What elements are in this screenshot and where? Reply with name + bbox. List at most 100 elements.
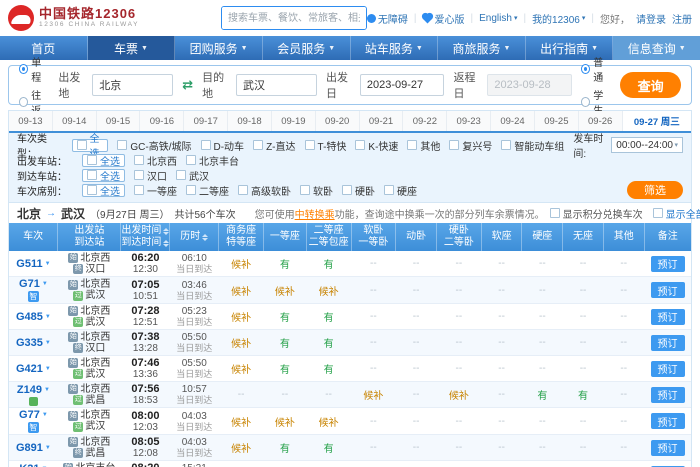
date-tab[interactable]: 09-15 [97,111,141,131]
depart-time-value: 00:00--24:00 [616,140,673,151]
select-all-chip[interactable]: 全选 [72,139,109,152]
query-button[interactable]: 查询 [620,72,681,98]
return-date-label: 返程日 [453,69,483,101]
filter-option-label: 硬座 [397,183,417,198]
nav-item[interactable]: 车票▼ [88,36,176,60]
nav-item[interactable]: 团购服务▼ [175,36,263,60]
bookable-only-toggle[interactable]: 显示全部可预订车次 [653,206,700,221]
seat-cell: -- [436,304,481,330]
chevron-down-icon[interactable]: ▼ [44,387,50,393]
date-tab[interactable]: 09-16 [140,111,184,131]
book-button[interactable]: 预订 [651,256,685,272]
date-tab[interactable]: 09-26 [579,111,623,131]
register-link[interactable]: 注册 [672,11,692,26]
date-tab[interactable]: 09-22 [403,111,447,131]
filter-option[interactable]: 汉口 [134,168,167,183]
chevron-down-icon[interactable]: ▼ [42,281,48,287]
care-version-link[interactable]: 爱心版 [423,11,465,26]
date-tab[interactable]: 09-13 [9,111,53,131]
depart-date-input[interactable]: 2023-09-27 [360,74,445,96]
date-tab-selected[interactable]: 09-27 周三 [623,111,692,131]
book-button[interactable]: 预订 [651,335,685,351]
filter-option[interactable]: 软卧 [300,183,333,198]
select-all-chip[interactable]: 全选 [82,184,125,197]
date-tab[interactable]: 09-25 [535,111,579,131]
date-tab[interactable]: 09-20 [316,111,360,131]
train-number[interactable]: G71 [19,278,40,290]
nav-item[interactable]: 会员服务▼ [263,36,351,60]
filter-option[interactable]: Z-直达 [253,138,295,153]
select-all-chip[interactable]: 全选 [82,169,125,182]
col-duration[interactable]: 历时 [170,223,219,251]
passenger-normal-radio[interactable]: 普通 [581,54,611,84]
filter-option[interactable]: 高级软卧 [238,183,291,198]
filter-option[interactable]: 北京丰台 [186,153,239,168]
nav-item[interactable]: 信息查询▼ [613,36,700,60]
date-tab[interactable]: 09-23 [447,111,491,131]
date-tab[interactable]: 09-19 [272,111,316,131]
filter-option[interactable]: 一等座 [134,183,177,198]
chevron-down-icon[interactable]: ▼ [45,261,51,267]
train-number[interactable]: G335 [16,337,43,349]
seat-cell: -- [396,408,437,435]
book-button[interactable]: 预订 [651,413,685,429]
book-button[interactable]: 预订 [651,387,685,403]
date-tab[interactable]: 09-24 [491,111,535,131]
trip-oneway-radio[interactable]: 单程 [19,54,49,84]
transfer-link[interactable]: 中转换乘 [295,210,335,221]
filter-option[interactable]: K-快速 [355,138,398,153]
from-station-input[interactable]: 北京 [92,74,173,96]
filter-option[interactable]: 智能动车组 [501,138,564,153]
date-tab[interactable]: 09-17 [184,111,228,131]
filter-option[interactable]: T-特快 [305,138,347,153]
nav-item[interactable]: 商旅服务▼ [438,36,526,60]
date-tab[interactable]: 09-14 [53,111,97,131]
col-times[interactable]: 出发时间到达时间 [121,223,170,251]
search-input[interactable] [222,7,366,29]
filter-option[interactable]: 二等座 [186,183,229,198]
train-number[interactable]: K21 [19,463,39,467]
chevron-down-icon[interactable]: ▼ [45,445,51,451]
train-number[interactable]: Z149 [17,384,42,396]
my-12306-menu[interactable]: 我的12306▾ [532,11,585,26]
train-number[interactable]: G421 [16,363,43,375]
date-tab[interactable]: 09-18 [228,111,272,131]
train-number[interactable]: G485 [16,311,43,323]
col-seat: 无座 [563,223,604,251]
chevron-down-icon[interactable]: ▼ [45,366,51,372]
book-button[interactable]: 预订 [651,361,685,377]
filter-button[interactable]: 筛选 [627,181,683,199]
filter-option[interactable]: 复兴号 [449,138,492,153]
swap-stations-icon[interactable]: ⇄ [182,77,193,93]
select-all-chip[interactable]: 全选 [82,154,125,167]
train-number[interactable]: G891 [16,442,43,454]
filter-option[interactable]: 北京西 [134,153,177,168]
filter-option[interactable]: 硬座 [384,183,417,198]
top-links: 无障碍 | 爱心版 | English▾ | 我的12306▾ | 您好， 请登… [367,11,692,26]
login-link[interactable]: 请登录 [636,11,666,26]
nav-item[interactable]: 站车服务▼ [351,36,439,60]
to-station-input[interactable]: 武汉 [236,74,317,96]
chevron-down-icon[interactable]: ▼ [45,340,51,346]
points-exchange-toggle[interactable]: 显示积分兑换车次 [550,206,643,221]
filter-option[interactable]: GC-高铁/城际 [117,138,191,153]
filter-option[interactable]: D-动车 [201,138,245,153]
logo[interactable]: 中国铁路12306 12306 CHINA RAILWAY [8,5,139,31]
language-select[interactable]: English▾ [479,13,517,24]
train-number[interactable]: G511 [16,258,42,270]
filter-option[interactable]: 硬卧 [342,183,375,198]
date-tab[interactable]: 09-21 [360,111,404,131]
filter-option[interactable]: 其他 [407,138,440,153]
book-button[interactable]: 预订 [651,309,685,325]
book-button[interactable]: 预订 [651,282,685,298]
chevron-down-icon[interactable]: ▼ [45,314,51,320]
station-name: 北京丰台 [75,463,115,467]
chevron-down-icon[interactable]: ▼ [42,412,48,418]
filter-row-label: 到达车站： [17,168,73,183]
filter-row: 到达车站： 全选汉口武汉 [17,168,683,182]
train-number[interactable]: G77 [19,409,40,421]
book-button[interactable]: 预订 [651,440,685,456]
accessibility-link[interactable]: 无障碍 [367,11,408,26]
depart-time-select[interactable]: 00:00--24:00▾ [611,137,683,153]
filter-option[interactable]: 武汉 [176,168,209,183]
